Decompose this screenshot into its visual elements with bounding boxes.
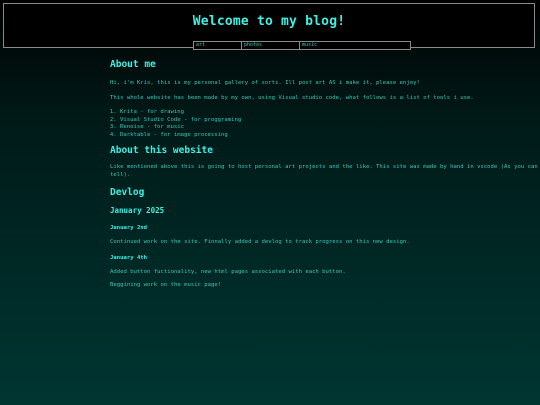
- tools-list-item: Visual Studio Code - for proggraming: [120, 117, 538, 125]
- about-me-intro: Hi, i'm Kris, this is my personal galler…: [110, 80, 420, 86]
- about-me-heading: About me: [110, 59, 156, 70]
- nav-bar: art photos music: [193, 41, 411, 50]
- tools-list: Krita - for drawing Visual Studio Code -…: [110, 109, 538, 139]
- devlog-entry-text: Continued work on the site. Finnally add…: [110, 239, 410, 245]
- nav-link-art[interactable]: art: [194, 42, 242, 49]
- main-content: About me Hi, i'm Kris, this is my person…: [110, 56, 538, 290]
- nav-link-photos[interactable]: photos: [242, 42, 300, 49]
- tools-list-item: Krita - for drawing: [120, 109, 538, 117]
- tools-list-item: Darktable - for image processing: [120, 132, 538, 140]
- about-site-heading: About this website: [110, 145, 213, 156]
- site-header: Welcome to my blog! art photos music: [3, 3, 535, 50]
- devlog-month: January 2025: [110, 206, 165, 215]
- tools-list-item: Renoise - for music: [120, 124, 538, 132]
- devlog-entry-text: Added button fuctionality, new html page…: [110, 268, 346, 275]
- about-me-tools-intro: This whole website has been made by my o…: [110, 94, 474, 101]
- devlog-heading: Devlog: [110, 187, 145, 198]
- devlog-entry-text: Beggining work on the music page!: [110, 282, 222, 288]
- about-site-text: Like mentioned above this is going to ho…: [110, 164, 538, 178]
- devlog-entry-date: January 2nd: [110, 225, 148, 231]
- nav-link-music[interactable]: music: [300, 42, 410, 49]
- devlog-entry-date: January 4th: [110, 254, 148, 261]
- site-title: Welcome to my blog!: [192, 14, 346, 29]
